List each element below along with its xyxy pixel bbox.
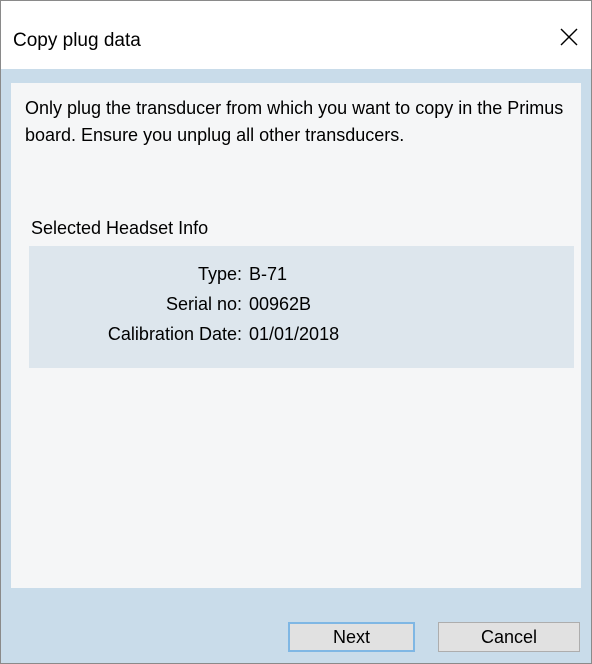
- close-icon: [560, 28, 578, 46]
- info-label: Calibration Date:: [107, 324, 242, 344]
- headset-info-box: Type: B-71 Serial no: 00962B Calibration…: [29, 246, 574, 368]
- copy-plug-data-dialog: Copy plug data Only plug the transducer …: [0, 0, 592, 664]
- next-button[interactable]: Next: [288, 622, 415, 652]
- window-title: Copy plug data: [13, 30, 141, 51]
- title-bar: Copy plug data: [1, 1, 591, 69]
- info-value: 00962B: [249, 294, 312, 314]
- close-button[interactable]: [549, 17, 589, 57]
- instructions-text: Only plug the transducer from which you …: [25, 98, 564, 145]
- content-panel: Only plug the transducer from which you …: [11, 83, 581, 588]
- info-value: 01/01/2018: [249, 324, 340, 344]
- section-label: Selected Headset Info: [31, 218, 209, 238]
- info-label: Serial no:: [165, 294, 242, 314]
- info-label: Type:: [197, 264, 242, 284]
- info-value: B-71: [249, 264, 288, 284]
- cancel-button[interactable]: Cancel: [438, 622, 580, 652]
